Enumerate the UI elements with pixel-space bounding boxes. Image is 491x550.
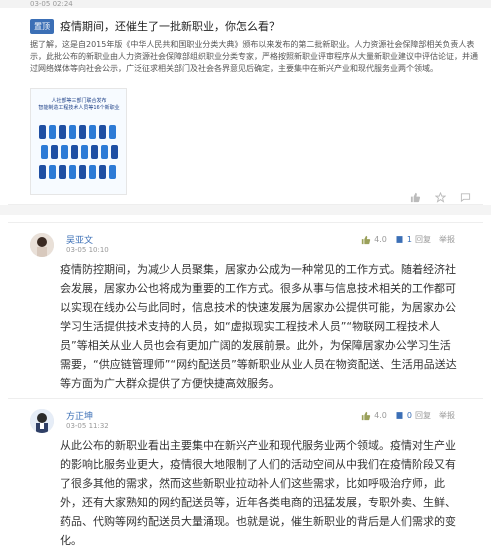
report-link[interactable]: 举报 <box>439 234 455 245</box>
like-button[interactable] <box>410 192 421 203</box>
image-caption-line1: 人社部等三部门联合发布 <box>51 98 107 104</box>
reply-button[interactable]: 0 回复 <box>395 410 431 421</box>
comment-icon <box>396 236 403 243</box>
comment-content: 从此公布的新职业看出主要集中在新兴产业和现代服务业两个领域。疫情对生产业的影响比… <box>60 439 456 547</box>
reply-count: 0 <box>406 411 412 420</box>
commenter-name[interactable]: 方正坤 <box>66 409 93 422</box>
thumb-up-icon <box>362 411 371 420</box>
report-link[interactable]: 举报 <box>439 410 455 421</box>
comment-time: 03-05 11:32 <box>66 422 109 430</box>
comment-item: 方正坤 03-05 11:32 4.0 0 回复 举报 从此公布的新职业看出主要… <box>8 398 483 547</box>
post-title[interactable]: 疫情期间，还催生了一批新职业，你怎么看？ <box>60 18 280 34</box>
image-caption-line2: 智能制造工程技术人员等16个新职业 <box>38 105 120 111</box>
post-actions <box>410 192 471 203</box>
comment-icon <box>396 412 403 419</box>
reply-label: 回复 <box>415 411 431 420</box>
comment-meta: 4.0 0 回复 举报 <box>361 410 455 421</box>
comment-icon <box>460 193 471 203</box>
commenter-name[interactable]: 吴亚文 <box>66 233 93 246</box>
vote-button[interactable]: 4.0 <box>361 411 387 421</box>
favorite-button[interactable] <box>435 192 446 203</box>
comment-time: 03-05 10:10 <box>66 246 109 254</box>
comment-content: 疫情防控期间，为减少人员聚集，居家办公成为一种常见的工作方式。随着经济社会发展，… <box>60 263 457 390</box>
reply-label: 回复 <box>415 235 431 244</box>
vote-count: 4.0 <box>374 235 387 244</box>
thumb-up-icon <box>362 235 371 244</box>
top-timestamp: 03-05 02:24 <box>30 0 73 8</box>
thumb-up-icon <box>410 192 421 203</box>
post-image[interactable]: 人社部等三部门联合发布 智能制造工程技术人员等16个新职业 <box>30 88 127 195</box>
post-header: 置顶 疫情期间，还催生了一批新职业，你怎么看？ <box>30 18 280 34</box>
vote-button[interactable]: 4.0 <box>361 235 387 245</box>
comment-meta: 4.0 1 回复 举报 <box>361 234 455 245</box>
section-separator <box>0 205 491 215</box>
star-icon <box>435 192 446 203</box>
reply-count: 1 <box>406 235 412 244</box>
avatar[interactable] <box>30 409 54 433</box>
post-body: 据了解，这是自2015年版《中华人民共和国职业分类大典》颁布以来发布的第二批新职… <box>30 40 478 73</box>
image-people-illustration <box>37 117 121 187</box>
main-post: 置顶 疫情期间，还催生了一批新职业，你怎么看？ 据了解，这是自2015年版《中华… <box>8 8 483 205</box>
avatar[interactable] <box>30 233 54 257</box>
comment-button[interactable] <box>460 192 471 203</box>
reply-button[interactable]: 1 回复 <box>395 234 431 245</box>
comment-item: 吴亚文 03-05 10:10 4.0 1 回复 举报 疫情防控期间，为减少人员… <box>8 222 483 393</box>
vote-count: 4.0 <box>374 411 387 420</box>
pinned-badge: 置顶 <box>30 18 54 34</box>
top-strip <box>0 0 491 8</box>
